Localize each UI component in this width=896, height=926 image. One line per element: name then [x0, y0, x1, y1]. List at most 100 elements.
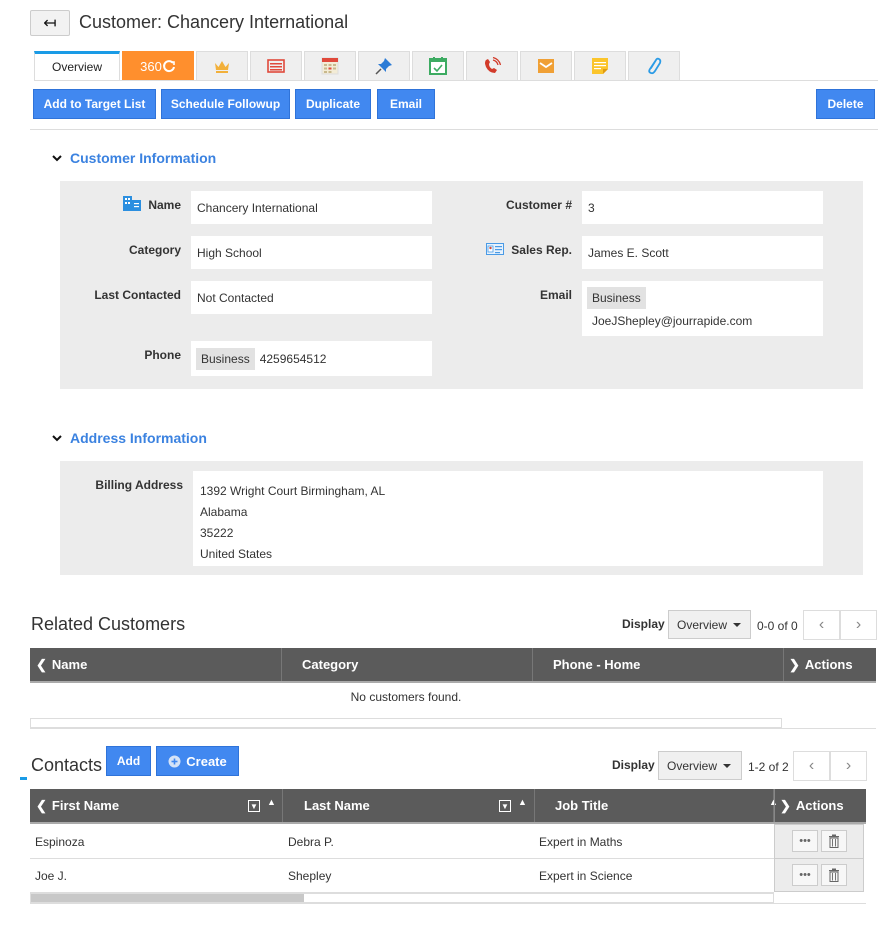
tab-notes[interactable] [574, 51, 626, 80]
page-title: Customer: Chancery International [79, 12, 349, 32]
more-actions-button[interactable]: ••• [792, 864, 818, 886]
tab-email[interactable] [520, 51, 572, 80]
name-field[interactable]: Chancery International [191, 191, 432, 224]
email-label: Email [539, 288, 572, 302]
chevron-left-icon: ‹ [818, 616, 825, 633]
tab-pin[interactable] [358, 51, 410, 80]
calendar-icon [321, 57, 339, 75]
related-next-button[interactable]: › [840, 610, 877, 640]
phone-field[interactable]: Business 4259654512 [191, 341, 432, 376]
trash-icon [829, 834, 839, 848]
column-header-category[interactable]: Category [282, 648, 533, 681]
create-label: Create [186, 753, 227, 769]
address-info-title: Address Information [70, 430, 207, 446]
caret-down-icon [723, 763, 732, 768]
column-header-actions[interactable]: ❯ Actions [784, 648, 876, 681]
related-grid-bottom [30, 728, 876, 729]
delete-row-button[interactable] [821, 864, 847, 886]
tab-calendar[interactable] [304, 51, 356, 80]
related-display-label: Display [622, 617, 665, 631]
contacts-next-button[interactable]: › [830, 751, 867, 781]
newspaper-icon [267, 59, 285, 73]
tab-crown[interactable] [196, 51, 248, 80]
address-line: United States [200, 547, 273, 561]
arrow-left-icon: ↤ [43, 15, 57, 32]
related-display-select[interactable]: Overview [668, 610, 751, 639]
calendar-check-icon [429, 57, 447, 75]
customer-info-toggle[interactable]: Customer Information [52, 150, 216, 166]
related-scrollbar[interactable] [30, 718, 782, 728]
job-title-cell: Expert in Science [539, 869, 633, 883]
tab-360[interactable]: 360 [122, 51, 194, 80]
job-title-cell: Expert in Maths [539, 835, 623, 849]
related-prev-button[interactable]: ‹ [803, 610, 840, 640]
ellipsis-icon: ••• [799, 869, 811, 881]
chevron-right-icon: ❯ [780, 797, 791, 813]
tab-phone-call[interactable] [466, 51, 518, 80]
chevron-left-icon: ‹ [808, 757, 815, 774]
create-contact-button[interactable]: Create [156, 746, 239, 776]
category-field[interactable]: High School [191, 236, 432, 269]
sales-rep-label: Sales Rep. [511, 243, 572, 257]
chevron-left-icon: ❮ [36, 656, 47, 672]
related-customers-title: Related Customers [31, 614, 186, 634]
column-label: Phone - Home [553, 657, 641, 672]
phone-number: 4259654512 [259, 351, 327, 366]
contacts-display-select[interactable]: Overview [658, 751, 742, 780]
column-header-last-name[interactable]: Last Name ▼ ▲ [283, 789, 535, 822]
column-header-first-name[interactable]: ❮ First Name ▼ ▲ [30, 789, 283, 822]
related-display-value: Overview [677, 617, 728, 632]
phone-label: Phone [144, 348, 181, 362]
contacts-scrollbar-thumb[interactable] [31, 894, 304, 902]
crown-icon [215, 61, 229, 73]
column-header-name[interactable]: ❮ Name [30, 648, 282, 681]
tab-360-label: 360 [140, 58, 162, 74]
pin-icon [375, 58, 392, 75]
contacts-prev-button[interactable]: ‹ [793, 751, 830, 781]
add-to-target-list-button[interactable]: Add to Target List [33, 89, 156, 119]
chevron-right-icon: › [845, 757, 852, 774]
sort-asc-icon[interactable]: ▲ [518, 797, 527, 807]
tab-overview[interactable]: Overview [34, 51, 120, 80]
envelope-icon [538, 59, 554, 73]
customer-number-field[interactable]: 3 [582, 191, 823, 224]
email-field[interactable]: Business JoeJShepley@jourrapide.com [582, 281, 823, 336]
last-name-cell: Debra P. [288, 835, 334, 849]
tabs-divider [34, 80, 878, 81]
address-info-toggle[interactable]: Address Information [52, 430, 207, 446]
filter-icon[interactable]: ▼ [499, 800, 511, 812]
sort-asc-icon[interactable]: ▲ [267, 797, 276, 807]
column-label: Actions [804, 657, 853, 672]
caret-down-icon [733, 622, 742, 627]
add-contact-button[interactable]: Add [106, 746, 151, 776]
column-header-job-title[interactable]: Job Title ▲ [535, 789, 778, 822]
more-actions-button[interactable]: ••• [792, 830, 818, 852]
tab-calendar-check[interactable] [412, 51, 464, 80]
chevron-left-icon: ❮ [36, 797, 47, 813]
contacts-display-value: Overview [667, 758, 718, 773]
filter-icon[interactable]: ▼ [248, 800, 260, 812]
column-header-phone-home[interactable]: Phone - Home [533, 648, 784, 681]
duplicate-button[interactable]: Duplicate [295, 89, 371, 119]
sales-rep-field[interactable]: James E. Scott [582, 236, 823, 269]
customer-number-label: Customer # [505, 198, 572, 212]
delete-button[interactable]: Delete [816, 89, 875, 119]
tab-attachments[interactable] [628, 51, 680, 80]
delete-row-button[interactable] [821, 830, 847, 852]
schedule-followup-button[interactable]: Schedule Followup [161, 89, 290, 119]
column-label: Last Name [304, 798, 370, 813]
tab-news[interactable] [250, 51, 302, 80]
contacts-grid-bottom [30, 903, 866, 904]
chevron-down-icon [52, 155, 62, 162]
back-button[interactable]: ↤ [30, 10, 70, 36]
contacts-display-label: Display [612, 758, 655, 772]
billing-address-field[interactable]: 1392 Wright Court Birmingham, AL Alabama… [193, 471, 823, 566]
column-header-actions[interactable]: ❯ Actions [774, 789, 866, 822]
email-button[interactable]: Email [377, 89, 435, 119]
last-contacted-field[interactable]: Not Contacted [191, 281, 432, 314]
building-icon [123, 196, 141, 211]
related-pager-text: 0-0 of 0 [757, 619, 798, 633]
contacts-scrollbar-track[interactable] [30, 893, 774, 903]
contacts-title: Contacts [31, 755, 103, 775]
phone-type-badge: Business [196, 347, 255, 370]
